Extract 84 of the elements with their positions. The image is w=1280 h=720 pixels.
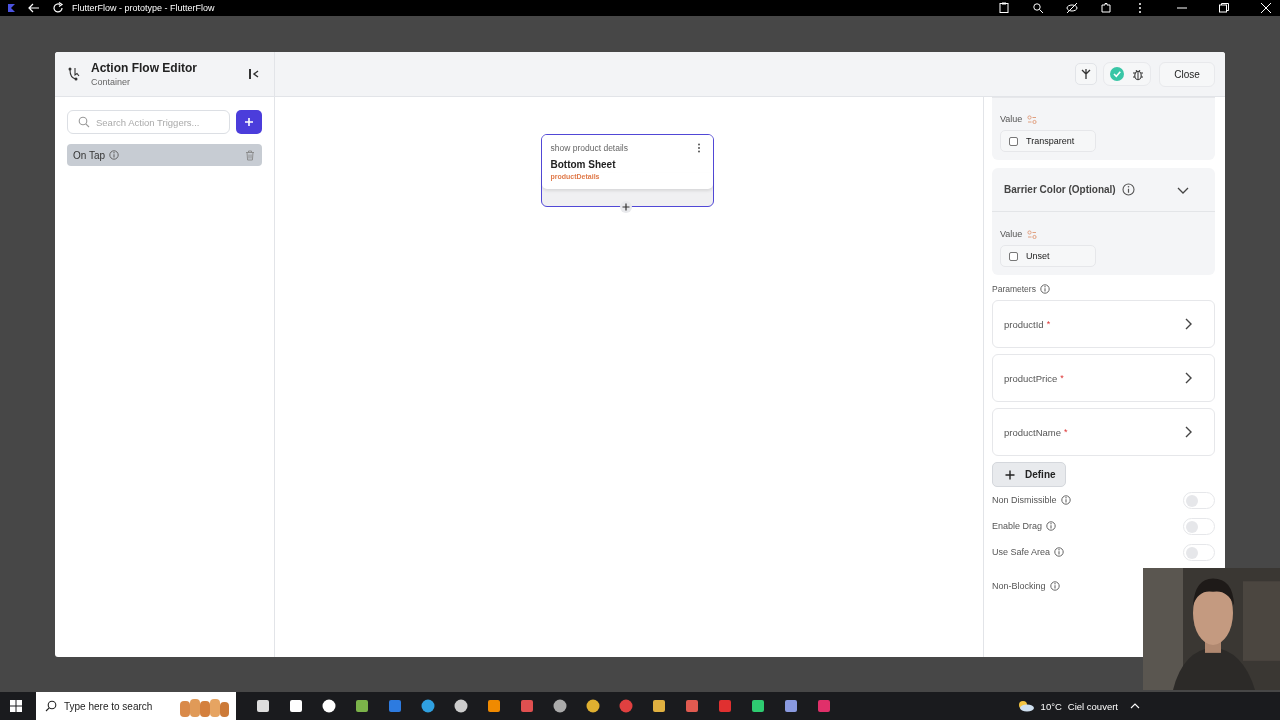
chevron-right-icon [1184,318,1192,330]
app-icon[interactable] [749,698,766,714]
info-icon [1054,547,1065,557]
chevron-right-icon [1184,426,1192,438]
collapse-icon[interactable] [248,68,260,80]
app-icon [6,3,16,13]
chevron-right-icon [1184,372,1192,384]
app-icon[interactable] [485,698,502,714]
app-icon[interactable] [254,698,271,714]
checkbox[interactable] [1009,251,1018,261]
reload-icon[interactable] [52,2,64,14]
bug-icon[interactable] [1132,67,1144,81]
plus-icon [244,117,254,127]
toggle-switch[interactable] [1183,517,1215,535]
app-icon[interactable] [782,698,799,714]
puzzle-icon[interactable] [1100,2,1112,14]
tree-icon [1080,68,1092,80]
toggle-label: Non-Blocking [992,581,1046,591]
toggle-switch[interactable] [1183,491,1215,509]
plus-icon [1005,469,1015,480]
required-mark: * [1064,427,1068,437]
option-label: Transparent [1026,136,1075,146]
parameter-name: productName [1004,426,1062,438]
cloud-icon [1016,700,1035,712]
tree-button[interactable] [1075,63,1097,85]
option-field[interactable]: Unset [1000,245,1096,267]
add-button[interactable] [236,110,262,134]
parameter-name: productPrice [1004,372,1058,384]
editor-subtitle: Container [91,77,132,87]
trigger-label: On Tap [73,149,106,161]
option-field[interactable]: Transparent [1000,130,1096,152]
parameter-row[interactable]: productName * [992,408,1215,456]
search-icon [45,700,57,712]
section-title: Barrier Color (Optional) [1004,184,1116,195]
window-title: FlutterFlow - prototype - FlutterFlow [72,3,215,13]
parameter-row[interactable]: productId * [992,300,1215,348]
app-icon[interactable] [551,698,568,714]
trigger-item[interactable]: On Tap [67,144,262,166]
define-button[interactable]: Define [992,462,1066,487]
app-icon[interactable] [287,698,304,714]
app-icon[interactable] [584,698,601,714]
search-icon [78,116,90,128]
caret-up-icon[interactable] [1130,703,1140,709]
toggle-label: Non Dismissible [992,495,1057,505]
restore-icon[interactable] [1218,2,1230,14]
plus-icon [621,203,630,211]
required-mark: * [1060,373,1064,383]
back-icon[interactable] [28,3,40,13]
close-icon[interactable] [1260,2,1272,14]
app-icon[interactable] [353,698,370,714]
info-icon [1046,521,1057,531]
toggle-switch[interactable] [1183,543,1215,561]
toggle-label: Enable Drag [992,521,1043,531]
parameter-row[interactable]: productPrice * [992,354,1215,402]
info-icon [1121,183,1135,196]
app-icon[interactable] [419,698,436,714]
temperature: 10°C [1040,700,1062,712]
parameter-name: productId [1004,318,1044,330]
search-field[interactable]: Search Action Triggers... [67,110,230,134]
taskbar-search[interactable]: Type here to search [36,692,236,720]
info-icon [1049,581,1060,591]
clipboard-icon[interactable] [998,2,1010,14]
app-icon[interactable] [320,698,337,714]
weather-text: Ciel couvert [1067,700,1118,712]
info-icon [109,150,120,160]
parameters-label: Parameters [992,284,1036,294]
option-label: Unset [1026,251,1050,261]
info-icon [1039,284,1050,294]
zoom-icon[interactable] [1032,2,1044,14]
windows-icon[interactable] [10,700,22,712]
toggle-label: Use Safe Area [992,547,1051,557]
required-mark: * [1046,319,1051,329]
checkbox[interactable] [1009,136,1018,146]
node-caption: show product details [550,143,628,153]
more-icon[interactable] [696,143,701,153]
node-title: Bottom Sheet [541,153,713,173]
editor-title: Action Flow Editor [91,61,198,75]
eye-slash-icon[interactable] [1066,2,1078,14]
app-icon[interactable] [650,698,667,714]
app-icon[interactable] [452,698,469,714]
close-button[interactable]: Close [1159,61,1215,87]
value-label: Value [1000,114,1023,124]
info-icon [1060,495,1071,505]
value-label: Value [1000,229,1023,239]
